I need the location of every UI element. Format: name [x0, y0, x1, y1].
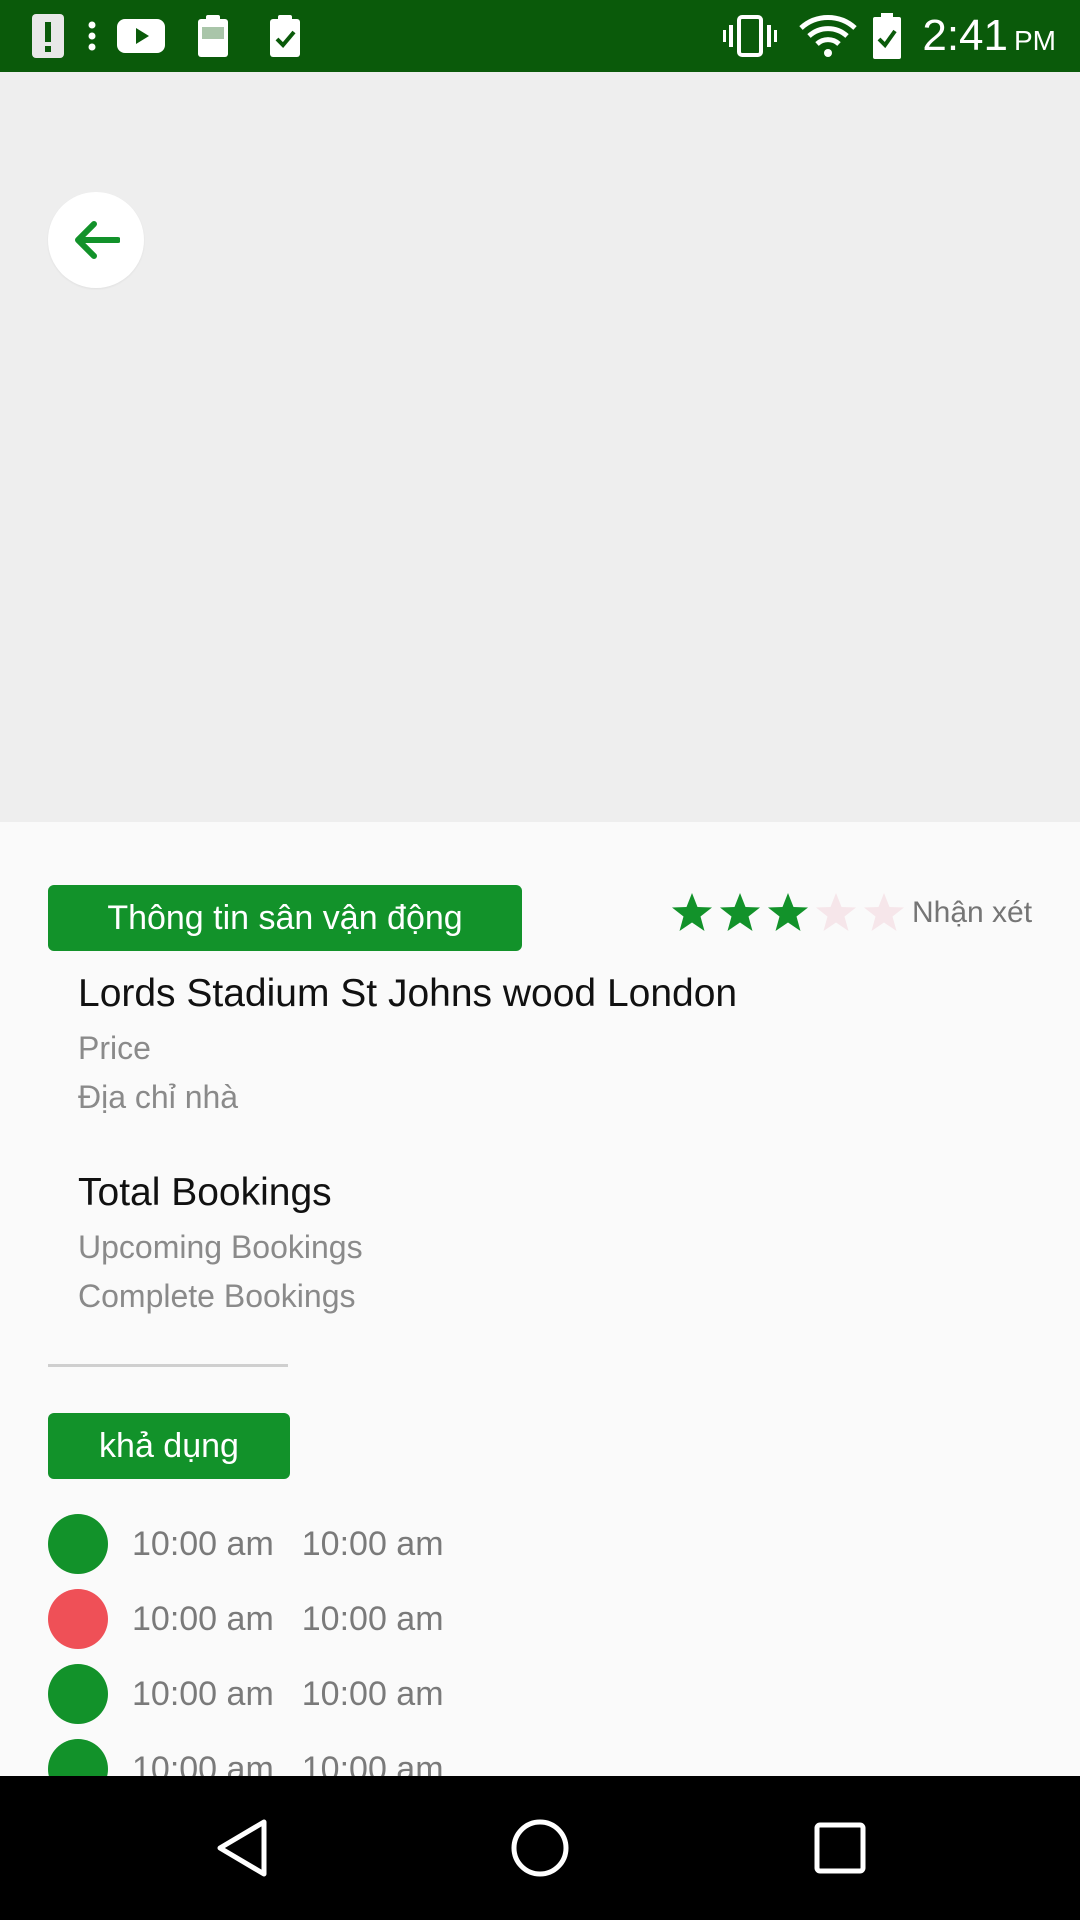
- time-slot-row[interactable]: 10:00 am 10:00 am: [48, 1589, 444, 1649]
- time-slot-row[interactable]: 10:00 am 10:00 am: [48, 1664, 444, 1724]
- navigation-bar: [0, 1776, 1080, 1920]
- slot-status-booked-dot: [48, 1589, 108, 1649]
- star-filled-icon[interactable]: [718, 891, 762, 935]
- back-button[interactable]: [48, 192, 144, 288]
- slot-end-time: 10:00 am: [301, 1524, 444, 1563]
- star-empty-icon[interactable]: [862, 891, 906, 935]
- stadium-details: Thông tin sân vận động Nhận xét Lords St…: [0, 822, 1080, 1799]
- star-filled-icon[interactable]: [670, 891, 714, 935]
- nav-home-icon: [511, 1819, 569, 1877]
- status-time: 2:41 PM: [922, 0, 1056, 72]
- arrow-back-icon: [75, 221, 120, 259]
- nav-back-icon: [217, 1819, 267, 1877]
- stadium-info-button[interactable]: Thông tin sân vận động: [48, 885, 522, 951]
- stadium-name: Lords Stadium St Johns wood London: [78, 972, 738, 1015]
- slot-end-time: 10:00 am: [301, 1674, 444, 1713]
- review-label[interactable]: Nhận xét: [912, 896, 1032, 930]
- nav-back-button[interactable]: [206, 1812, 278, 1884]
- clipboard-check-icon: [268, 12, 302, 60]
- complete-bookings-label: Complete Bookings: [78, 1278, 356, 1314]
- status-time-ampm: PM: [1014, 25, 1056, 56]
- star-filled-icon[interactable]: [766, 891, 810, 935]
- nav-recents-button[interactable]: [804, 1812, 876, 1884]
- slot-status-available-dot: [48, 1514, 108, 1574]
- status-time-value: 2:41: [922, 11, 1008, 60]
- slot-start-time: 10:00 am: [132, 1674, 274, 1713]
- address-label: Địa chỉ nhà: [78, 1079, 239, 1115]
- battery-icon: [872, 12, 902, 60]
- rating-stars[interactable]: [670, 891, 910, 935]
- status-bar: 2:41 PM: [0, 0, 1080, 72]
- more-vert-icon: [86, 12, 98, 60]
- slot-status-available-dot: [48, 1664, 108, 1724]
- rating-bar[interactable]: Nhận xét: [670, 885, 1032, 941]
- upcoming-bookings-label: Upcoming Bookings: [78, 1229, 363, 1265]
- alert-icon: [30, 12, 66, 60]
- slot-start-time: 10:00 am: [132, 1599, 274, 1638]
- nav-home-button[interactable]: [504, 1812, 576, 1884]
- stadium-image-area: [0, 72, 1080, 822]
- wifi-icon: [798, 12, 858, 60]
- nav-recents-icon: [814, 1822, 866, 1874]
- vibrate-icon: [722, 12, 778, 60]
- star-empty-icon[interactable]: [814, 891, 858, 935]
- slot-start-time: 10:00 am: [132, 1524, 274, 1563]
- divider: [48, 1364, 288, 1367]
- youtube-icon: [116, 12, 166, 60]
- clipboard-icon: [196, 12, 230, 60]
- availability-button[interactable]: khả dụng: [48, 1413, 290, 1479]
- slot-end-time: 10:00 am: [301, 1599, 444, 1638]
- total-bookings-title: Total Bookings: [78, 1171, 332, 1214]
- price-label: Price: [78, 1030, 151, 1066]
- time-slot-row[interactable]: 10:00 am 10:00 am: [48, 1514, 444, 1574]
